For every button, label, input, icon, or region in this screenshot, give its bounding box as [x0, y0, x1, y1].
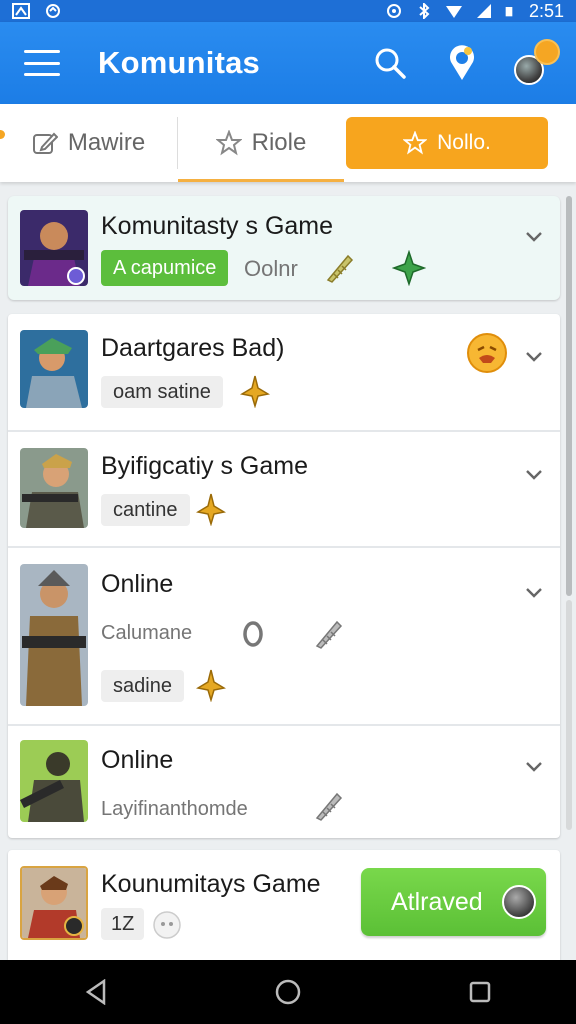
tab-nollo[interactable]: Nollo. [346, 117, 548, 169]
profile-avatar[interactable] [512, 39, 560, 85]
soccer-ball-icon [502, 885, 536, 919]
recents-button[interactable] [458, 970, 502, 1014]
join-button-label: Atlraved [391, 887, 483, 916]
tab-bar: Mawire Riole Nollo. [0, 104, 576, 182]
game-thumbnail [20, 866, 88, 940]
ghost-icon [153, 911, 181, 939]
list-item[interactable]: Komunitasty s Game A capumice Oolnr [8, 196, 560, 300]
home-icon [275, 979, 301, 1005]
item-title: Online [101, 746, 174, 774]
tab-label: Nollo. [437, 131, 491, 154]
jet-icon [196, 669, 226, 702]
horn-icon [326, 254, 354, 283]
tab-riole[interactable]: Riole [178, 117, 344, 182]
chevron-down-icon[interactable] [524, 582, 544, 602]
star-outline-icon [403, 131, 428, 155]
back-button[interactable] [74, 970, 118, 1014]
horn-icon [315, 792, 343, 821]
community-group: Daartgares Bad) oam satine Byifigcatiy s… [8, 314, 560, 838]
jet-icon [240, 375, 270, 408]
item-subtitle: Oolnr [244, 256, 298, 281]
item-title: Byifigcatiy s Game [101, 452, 309, 480]
battery-icon [505, 7, 513, 17]
list-item[interactable]: Daartgares Bad) oam satine [8, 314, 560, 432]
status-badge: 1Z [101, 908, 145, 940]
sync-icon [46, 4, 60, 18]
page-title: Komunitas [98, 45, 260, 80]
app-bar: Komunitas [0, 22, 576, 104]
horn-icon [315, 620, 343, 649]
tab-label: Riole [251, 129, 307, 156]
status-badge: oam satine [101, 376, 223, 408]
search-icon [375, 48, 406, 79]
list-item[interactable]: Byifigcatiy s Game cantine [8, 432, 560, 548]
game-thumbnail [20, 740, 88, 822]
item-subtitle: Calumane [101, 622, 193, 644]
recents-icon [469, 981, 491, 1003]
scroll-track [566, 600, 572, 830]
status-badge: A capumice [101, 250, 229, 286]
star-outline-icon [215, 130, 242, 156]
tab-mawire[interactable]: Mawire [0, 117, 178, 169]
status-bar: 2:51 [0, 0, 576, 22]
game-thumbnail [20, 448, 88, 528]
status-time: 2:51 [528, 0, 564, 21]
emoji-icon [467, 333, 507, 373]
navigation-bar [0, 960, 576, 1024]
back-icon [85, 979, 106, 1005]
location-pin-icon [450, 45, 474, 80]
chevron-down-icon[interactable] [524, 756, 544, 776]
home-button[interactable] [266, 970, 310, 1014]
list-item[interactable]: Online Calumane sadine [8, 548, 560, 726]
signal-icon [476, 4, 491, 18]
notification-badge [534, 39, 560, 65]
notification-icon [12, 3, 30, 19]
game-thumbnail [20, 564, 88, 706]
location-button[interactable] [442, 43, 482, 83]
game-thumbnail [20, 330, 88, 408]
status-badge: sadine [101, 670, 184, 702]
edit-icon [32, 132, 58, 154]
jet-icon [196, 493, 226, 526]
status-badge: cantine [101, 494, 190, 526]
ring-icon [243, 621, 263, 647]
menu-icon[interactable] [24, 50, 60, 76]
item-title: Komunitasty s Game [101, 212, 334, 240]
list-item[interactable]: Kounumitays Game 1Z Atlraved [8, 850, 560, 964]
wifi-icon [445, 6, 462, 18]
list-item[interactable]: Online Layifinanthomde [8, 726, 560, 838]
scrollbar[interactable] [566, 196, 572, 596]
item-subtitle: Layifinanthomde [101, 798, 248, 820]
item-title: Online [101, 570, 174, 598]
chevron-down-icon[interactable] [524, 464, 544, 484]
chevron-down-icon[interactable] [524, 346, 544, 366]
item-title: Kounumitays Game [101, 870, 321, 898]
game-thumbnail [20, 210, 88, 286]
join-button[interactable]: Atlraved [361, 868, 546, 936]
search-button[interactable] [370, 43, 410, 83]
plant-icon [392, 250, 426, 286]
community-list: Komunitasty s Game A capumice Oolnr Daar… [8, 196, 560, 964]
tab-label: Mawire [67, 129, 146, 156]
item-title: Daartgares Bad) [101, 334, 285, 362]
nfc-icon [386, 4, 401, 18]
chevron-down-icon[interactable] [524, 226, 544, 246]
bluetooth-icon [419, 3, 430, 19]
